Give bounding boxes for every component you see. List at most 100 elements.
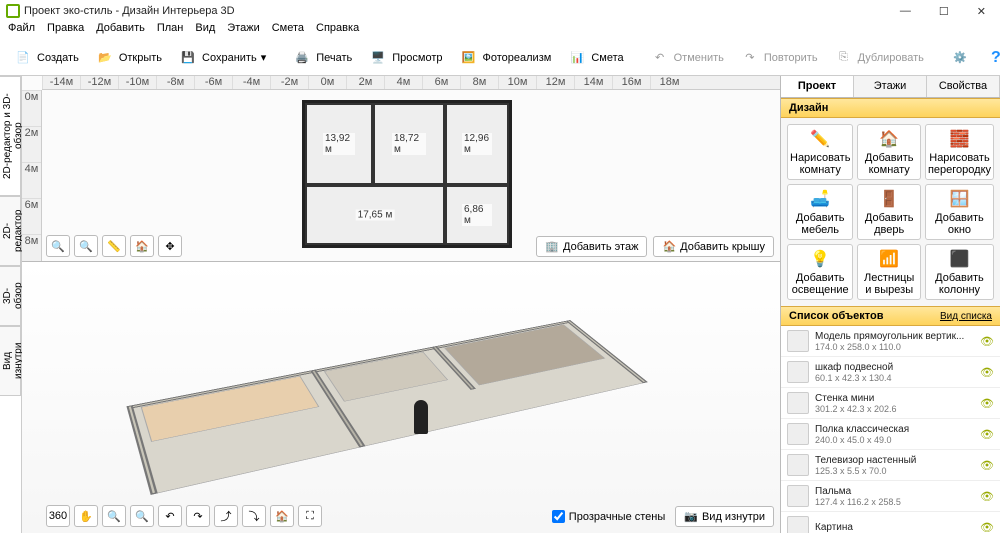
menu-help[interactable]: Справка bbox=[316, 22, 359, 40]
room[interactable]: 13,92 м bbox=[305, 103, 373, 185]
menu-view[interactable]: Вид bbox=[195, 22, 215, 40]
room[interactable]: 12,96 м bbox=[445, 103, 509, 185]
room[interactable]: 18,72 м bbox=[373, 103, 445, 185]
room[interactable]: 17,65 м bbox=[305, 185, 445, 245]
ruler-icon[interactable]: 📏 bbox=[102, 235, 126, 257]
transparent-walls-checkbox[interactable]: Прозрачные стены bbox=[552, 510, 665, 523]
visibility-toggle-icon[interactable]: 👁 bbox=[980, 366, 994, 379]
vtab-3d[interactable]: 3D-обзор bbox=[0, 266, 21, 326]
duplicate-button[interactable]: ⎘Дублировать bbox=[827, 44, 931, 72]
stairs-icon: 🏢 bbox=[545, 240, 559, 253]
object-thumbnail bbox=[787, 361, 809, 383]
vtab-2d[interactable]: 2D-редактор bbox=[0, 196, 21, 266]
design-label: Добавить колонну bbox=[928, 272, 991, 296]
tab-floors[interactable]: Этажи bbox=[854, 76, 927, 97]
undo-button[interactable]: ↶Отменить bbox=[643, 44, 731, 72]
visibility-toggle-icon[interactable]: 👁 bbox=[980, 521, 994, 533]
object-item[interactable]: Полка классическая240.0 x 45.0 x 49.0👁 bbox=[781, 419, 1000, 450]
object-name: Картина bbox=[815, 522, 974, 533]
object-item[interactable]: Картина 👁 bbox=[781, 512, 1000, 533]
add-roof-button[interactable]: 🏠Добавить крышу bbox=[653, 236, 774, 257]
menu-file[interactable]: Файл bbox=[8, 22, 35, 40]
gear-icon: ⚙️ bbox=[950, 48, 970, 68]
preview-button[interactable]: 🖥️Просмотр bbox=[361, 44, 449, 72]
object-item[interactable]: Модель прямоугольник вертик...174.0 x 25… bbox=[781, 326, 1000, 357]
menu-plan[interactable]: План bbox=[157, 22, 184, 40]
close-button[interactable]: ✕ bbox=[969, 3, 994, 20]
design-icon: 🧱 bbox=[948, 128, 970, 150]
zoom-out-icon[interactable]: 🔍 bbox=[46, 235, 70, 257]
open-button[interactable]: 📂Открыть bbox=[88, 44, 169, 72]
design-button[interactable]: 🪟Добавить окно bbox=[925, 184, 994, 240]
2d-tools: 🔍 🔍 📏 🏠 ✥ bbox=[46, 235, 182, 257]
visibility-toggle-icon[interactable]: 👁 bbox=[980, 459, 994, 472]
object-thumbnail bbox=[787, 423, 809, 445]
2d-viewport[interactable]: -14м-12м-10м-8м-6м-4м-2м0м2м4м6м8м10м12м… bbox=[22, 76, 780, 262]
menu-floors[interactable]: Этажи bbox=[227, 22, 259, 40]
minimize-button[interactable]: — bbox=[892, 3, 919, 20]
design-icon: 🏠 bbox=[878, 128, 900, 150]
print-button[interactable]: 🖨️Печать bbox=[285, 44, 359, 72]
create-button[interactable]: 📄Создать bbox=[6, 44, 86, 72]
object-item[interactable]: Пальма127.4 x 116.2 x 258.5👁 bbox=[781, 481, 1000, 512]
design-button[interactable]: ⬛Добавить колонну bbox=[925, 244, 994, 300]
design-icon: 💡 bbox=[809, 248, 831, 270]
rotate360-icon[interactable]: 360 bbox=[46, 505, 70, 527]
vtab-inside[interactable]: Вид изнутри bbox=[0, 326, 21, 396]
pan-icon[interactable]: ✋ bbox=[74, 505, 98, 527]
design-button[interactable]: 🧱Нарисовать перегородку bbox=[925, 124, 994, 180]
3d-viewport[interactable]: 360 ✋ 🔍 🔍 ↶ ↷ ⤴ ⤵ 🏠 ⛶ Прозрачные стены 📷… bbox=[22, 262, 780, 533]
rotate-left-icon[interactable]: ↶ bbox=[158, 505, 182, 527]
zoom-out-3d-icon[interactable]: 🔍 bbox=[102, 505, 126, 527]
list-view-link[interactable]: Вид списка bbox=[940, 311, 992, 322]
estimate-button[interactable]: 📊Смета bbox=[560, 44, 630, 72]
fit-icon[interactable]: ⛶ bbox=[298, 505, 322, 527]
design-button[interactable]: 🚪Добавить дверь bbox=[857, 184, 921, 240]
home-icon[interactable]: 🏠 bbox=[130, 235, 154, 257]
settings-button[interactable]: ⚙️ bbox=[943, 44, 977, 72]
object-item[interactable]: Стенка мини301.2 x 42.3 x 202.6👁 bbox=[781, 388, 1000, 419]
design-button[interactable]: 📶Лестницы и вырезы bbox=[857, 244, 921, 300]
design-label: Нарисовать перегородку bbox=[928, 152, 991, 176]
room-area-label: 13,92 м bbox=[323, 133, 355, 155]
design-section-header: Дизайн bbox=[781, 98, 1000, 118]
window-title: Проект эко-стиль - Дизайн Интерьера 3D bbox=[24, 5, 892, 17]
visibility-toggle-icon[interactable]: 👁 bbox=[980, 428, 994, 441]
room[interactable]: 6,86 м bbox=[445, 185, 509, 245]
visibility-toggle-icon[interactable]: 👁 bbox=[980, 490, 994, 503]
floor-plan[interactable]: 13,92 м 18,72 м12,96 м17,65 м 6,86 м bbox=[302, 100, 512, 248]
design-button[interactable]: 🏠Добавить комнату bbox=[857, 124, 921, 180]
visibility-toggle-icon[interactable]: 👁 bbox=[980, 335, 994, 348]
photoreal-button[interactable]: 🖼️Фотореализм bbox=[452, 44, 559, 72]
rotate-right-icon[interactable]: ↷ bbox=[186, 505, 210, 527]
design-button[interactable]: ✏️Нарисовать комнату bbox=[787, 124, 853, 180]
menu-edit[interactable]: Правка bbox=[47, 22, 84, 40]
save-button[interactable]: 💾Сохранить ▾ bbox=[171, 44, 273, 72]
help-button[interactable]: ? bbox=[979, 44, 1000, 72]
object-item[interactable]: шкаф подвесной60.1 x 42.3 x 130.4👁 bbox=[781, 357, 1000, 388]
menu-bar: Файл Правка Добавить План Вид Этажи Смет… bbox=[0, 22, 1000, 40]
tilt-up-icon[interactable]: ⤴ bbox=[214, 505, 238, 527]
tab-project[interactable]: Проект bbox=[781, 76, 854, 97]
add-floor-button[interactable]: 🏢Добавить этаж bbox=[536, 236, 647, 257]
menu-estimate[interactable]: Смета bbox=[272, 22, 304, 40]
tilt-down-icon[interactable]: ⤵ bbox=[242, 505, 266, 527]
design-button[interactable]: 💡Добавить освещение bbox=[787, 244, 853, 300]
object-dimensions: 127.4 x 116.2 x 258.5 bbox=[815, 497, 974, 507]
redo-button[interactable]: ↷Повторить bbox=[733, 44, 825, 72]
object-dimensions: 125.3 x 5.5 x 70.0 bbox=[815, 466, 974, 476]
move-icon[interactable]: ✥ bbox=[158, 235, 182, 257]
visibility-toggle-icon[interactable]: 👁 bbox=[980, 397, 994, 410]
vtab-2d-3d[interactable]: 2D-редактор и 3D-обзор bbox=[0, 76, 21, 196]
zoom-in-icon[interactable]: 🔍 bbox=[74, 235, 98, 257]
home-3d-icon[interactable]: 🏠 bbox=[270, 505, 294, 527]
menu-add[interactable]: Добавить bbox=[96, 22, 145, 40]
view-inside-button[interactable]: 📷Вид изнутри bbox=[675, 506, 774, 527]
tab-properties[interactable]: Свойства bbox=[927, 76, 1000, 97]
room-area-label: 6,86 м bbox=[462, 204, 492, 226]
object-thumbnail bbox=[787, 392, 809, 414]
object-item[interactable]: Телевизор настенный125.3 x 5.5 x 70.0👁 bbox=[781, 450, 1000, 481]
zoom-in-3d-icon[interactable]: 🔍 bbox=[130, 505, 154, 527]
maximize-button[interactable]: ☐ bbox=[931, 3, 957, 20]
design-button[interactable]: 🛋️Добавить мебель bbox=[787, 184, 853, 240]
